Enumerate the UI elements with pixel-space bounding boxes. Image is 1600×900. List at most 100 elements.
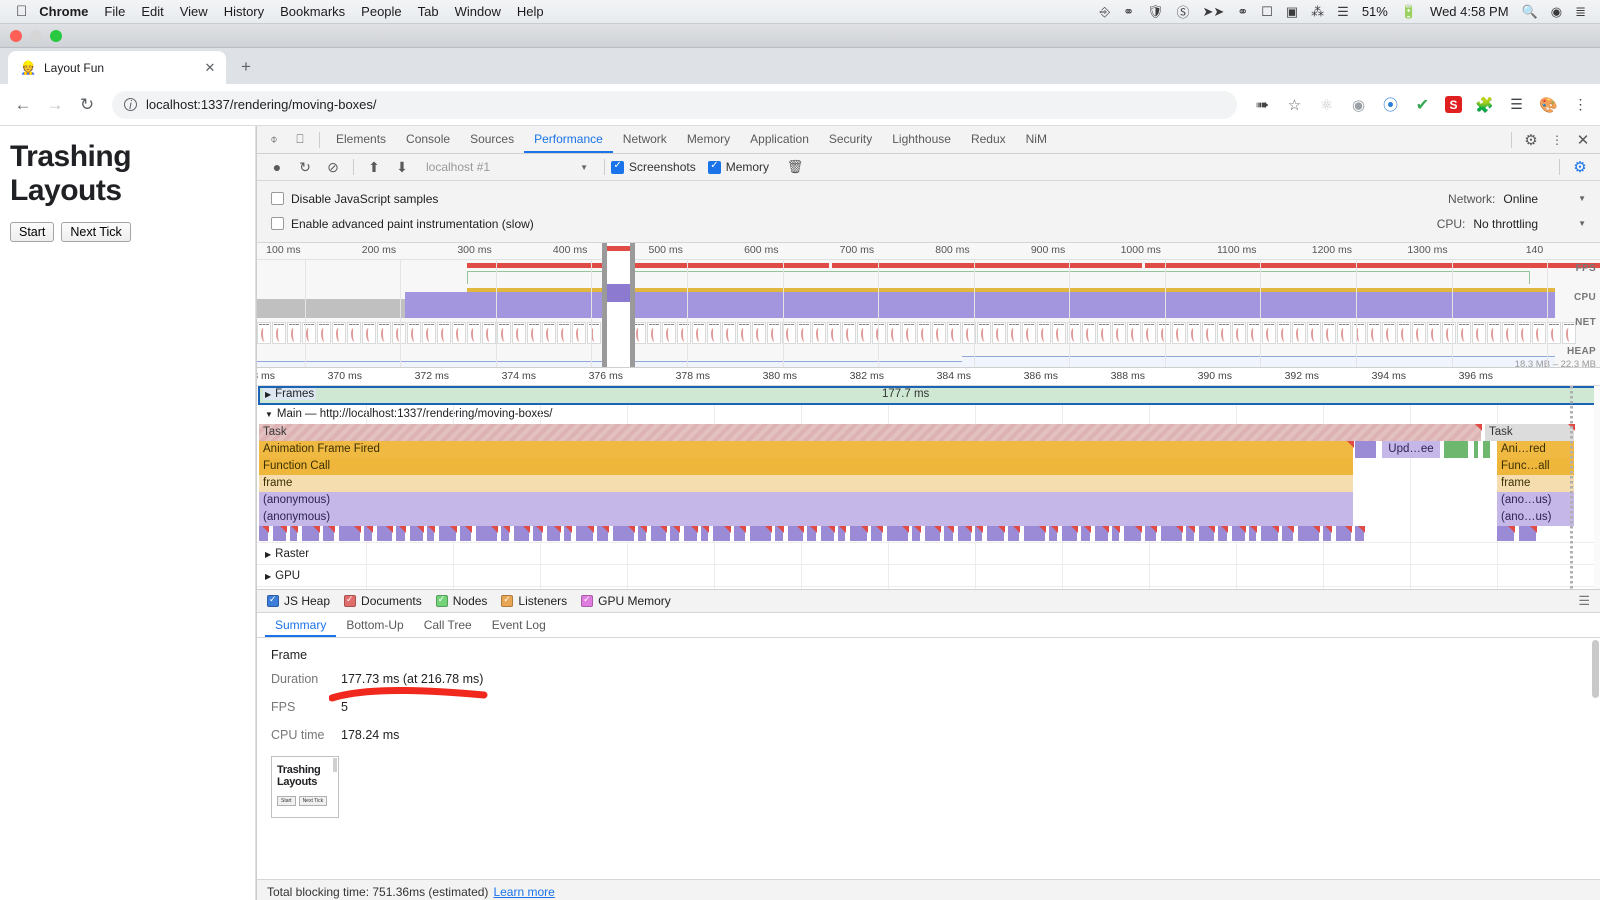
filmstrip-frame[interactable] bbox=[647, 322, 661, 344]
reload-button[interactable]: ↻ bbox=[74, 92, 100, 118]
notification-center-icon[interactable]: ≣ bbox=[1575, 4, 1586, 20]
flame-chart-area[interactable]: 368 ms 370 ms 372 ms 374 ms 376 ms 378 ms 380 … bbox=[257, 368, 1600, 590]
reload-and-record-icon[interactable]: ↻ bbox=[291, 155, 319, 179]
counter-nodes[interactable]: Nodes bbox=[435, 594, 487, 608]
main-thread-flame-chart[interactable]: Task Task Animation Frame Fired Upd…ee A… bbox=[257, 424, 1600, 542]
filmstrip-frame[interactable] bbox=[482, 322, 496, 344]
filmstrip-frame[interactable] bbox=[1412, 322, 1426, 344]
tab-summary[interactable]: Summary bbox=[265, 613, 337, 637]
memory-checkbox-group[interactable]: Memory bbox=[707, 160, 769, 174]
window-close-button[interactable] bbox=[10, 29, 22, 42]
forward-button[interactable]: → bbox=[42, 92, 68, 118]
filmstrip-frame[interactable] bbox=[257, 322, 271, 344]
frames-track[interactable]: ▶ Frames 177.7 ms bbox=[257, 386, 1600, 405]
learn-more-link[interactable]: Learn more bbox=[493, 885, 554, 899]
filmstrip-frame[interactable] bbox=[1397, 322, 1411, 344]
filmstrip-frame[interactable] bbox=[587, 322, 601, 344]
bluetooth-share-icon[interactable]: ⚭ bbox=[1237, 4, 1248, 20]
address-bar[interactable]: i localhost:1337/rendering/moving-boxes/ bbox=[112, 90, 1237, 119]
tab-memory[interactable]: Memory bbox=[677, 126, 740, 153]
filmstrip-frame[interactable] bbox=[392, 322, 406, 344]
trash-icon[interactable]: 🗑 bbox=[781, 155, 809, 179]
flame-bar-function-call-right[interactable]: Func…all bbox=[1497, 458, 1575, 475]
tab-redux[interactable]: Redux bbox=[961, 126, 1016, 153]
flame-bar-green[interactable] bbox=[1483, 441, 1491, 458]
filmstrip-frame[interactable] bbox=[452, 322, 466, 344]
filmstrip-frame[interactable] bbox=[1502, 322, 1516, 344]
filmstrip-frame[interactable] bbox=[947, 322, 961, 344]
profile-select[interactable]: localhost #1 ▼ bbox=[422, 157, 592, 177]
filmstrip-frame[interactable] bbox=[317, 322, 331, 344]
filmstrip-frame[interactable] bbox=[1322, 322, 1336, 344]
filmstrip-frame[interactable] bbox=[1097, 322, 1111, 344]
filmstrip-frame[interactable] bbox=[1082, 322, 1096, 344]
flame-bar-frame-right[interactable]: frame bbox=[1497, 475, 1575, 492]
flame-bar-animation-right[interactable]: Ani…red bbox=[1497, 441, 1575, 458]
filmstrip-frame[interactable] bbox=[977, 322, 991, 344]
filmstrip-frame[interactable] bbox=[932, 322, 946, 344]
filmstrip-frame[interactable] bbox=[1127, 322, 1141, 344]
flame-bar-function-call[interactable]: Function Call bbox=[259, 458, 1354, 475]
nodes-checkbox[interactable] bbox=[435, 594, 448, 607]
window-minimize-button[interactable] bbox=[30, 29, 42, 42]
save-profile-icon[interactable]: ⬇ bbox=[388, 155, 416, 179]
siri-icon[interactable]: ◉ bbox=[1551, 4, 1562, 20]
filmstrip-frame[interactable] bbox=[1037, 322, 1051, 344]
flame-bar-green[interactable] bbox=[1474, 441, 1479, 458]
chevron-right-icon[interactable]: ▶ bbox=[265, 566, 271, 588]
react-icon[interactable]: ⚛ bbox=[1317, 95, 1336, 114]
filmstrip-frame[interactable] bbox=[542, 322, 556, 344]
filmstrip-frame[interactable] bbox=[1532, 322, 1546, 344]
check-green-icon[interactable]: ✔︎ bbox=[1413, 95, 1432, 114]
menu-item-history[interactable]: History bbox=[224, 4, 264, 19]
filmstrip-frame[interactable] bbox=[992, 322, 1006, 344]
tab-application[interactable]: Application bbox=[740, 126, 819, 153]
close-icon[interactable]: ✕ bbox=[1570, 128, 1596, 152]
window-maximize-button[interactable] bbox=[50, 29, 62, 42]
counter-documents[interactable]: Documents bbox=[344, 594, 422, 608]
close-icon[interactable]: ✕ bbox=[202, 60, 218, 76]
screenshot-icon[interactable]: ▣ bbox=[1286, 4, 1298, 20]
flame-bar-task[interactable]: Task bbox=[259, 424, 1482, 441]
info-circle-icon[interactable]: i bbox=[124, 98, 137, 111]
filmstrip-frame[interactable] bbox=[1547, 322, 1561, 344]
filmstrip-frame[interactable] bbox=[467, 322, 481, 344]
tab-sources[interactable]: Sources bbox=[460, 126, 524, 153]
tab-security[interactable]: Security bbox=[819, 126, 882, 153]
tab-performance[interactable]: Performance bbox=[524, 126, 613, 153]
flame-chart-scrollbar[interactable] bbox=[1594, 386, 1600, 589]
creative-cloud-icon[interactable]: ⚭ bbox=[1123, 4, 1134, 20]
filmstrip-frame[interactable] bbox=[812, 322, 826, 344]
filmstrip-frame[interactable] bbox=[1007, 322, 1021, 344]
capture-settings-gear-icon[interactable]: ⚙ bbox=[1566, 155, 1594, 179]
gpu-memory-checkbox[interactable] bbox=[581, 594, 594, 607]
cpu-select[interactable]: No throttling ▼ bbox=[1473, 217, 1586, 231]
filmstrip-frame[interactable] bbox=[572, 322, 586, 344]
filmstrip-frame[interactable] bbox=[1292, 322, 1306, 344]
menu-item-view[interactable]: View bbox=[180, 4, 208, 19]
filmstrip-frame[interactable] bbox=[1352, 322, 1366, 344]
network-select[interactable]: Online ▼ bbox=[1503, 192, 1586, 206]
chevron-right-icon[interactable]: ▶ bbox=[265, 544, 271, 566]
filmstrip-frame[interactable] bbox=[752, 322, 766, 344]
memory-checkbox[interactable] bbox=[707, 160, 721, 174]
paypal-icon[interactable]: ⎆ bbox=[1100, 4, 1110, 20]
filmstrip-frame[interactable] bbox=[1217, 322, 1231, 344]
filmstrip-frame[interactable] bbox=[827, 322, 841, 344]
filmstrip-frame[interactable] bbox=[677, 322, 691, 344]
inspect-element-icon[interactable]: ⌽ bbox=[261, 128, 287, 152]
filmstrip-frame[interactable] bbox=[842, 322, 856, 344]
filmstrip-frame[interactable] bbox=[1052, 322, 1066, 344]
filmstrip-frame[interactable] bbox=[272, 322, 286, 344]
filmstrip-frame[interactable] bbox=[1187, 322, 1201, 344]
filmstrip-frame[interactable] bbox=[1022, 322, 1036, 344]
advanced-paint-checkbox[interactable] bbox=[271, 217, 284, 230]
tab-console[interactable]: Console bbox=[396, 126, 460, 153]
new-tab-button[interactable]: + bbox=[232, 53, 260, 81]
tab-lighthouse[interactable]: Lighthouse bbox=[882, 126, 961, 153]
tab-call-tree[interactable]: Call Tree bbox=[414, 613, 482, 637]
onepassword-icon[interactable]: Ⓢ bbox=[1176, 2, 1189, 21]
filmstrip-frame[interactable] bbox=[1262, 322, 1276, 344]
track-raster[interactable]: ▶ Raster bbox=[257, 542, 1600, 564]
counter-listeners[interactable]: Listeners bbox=[501, 594, 567, 608]
